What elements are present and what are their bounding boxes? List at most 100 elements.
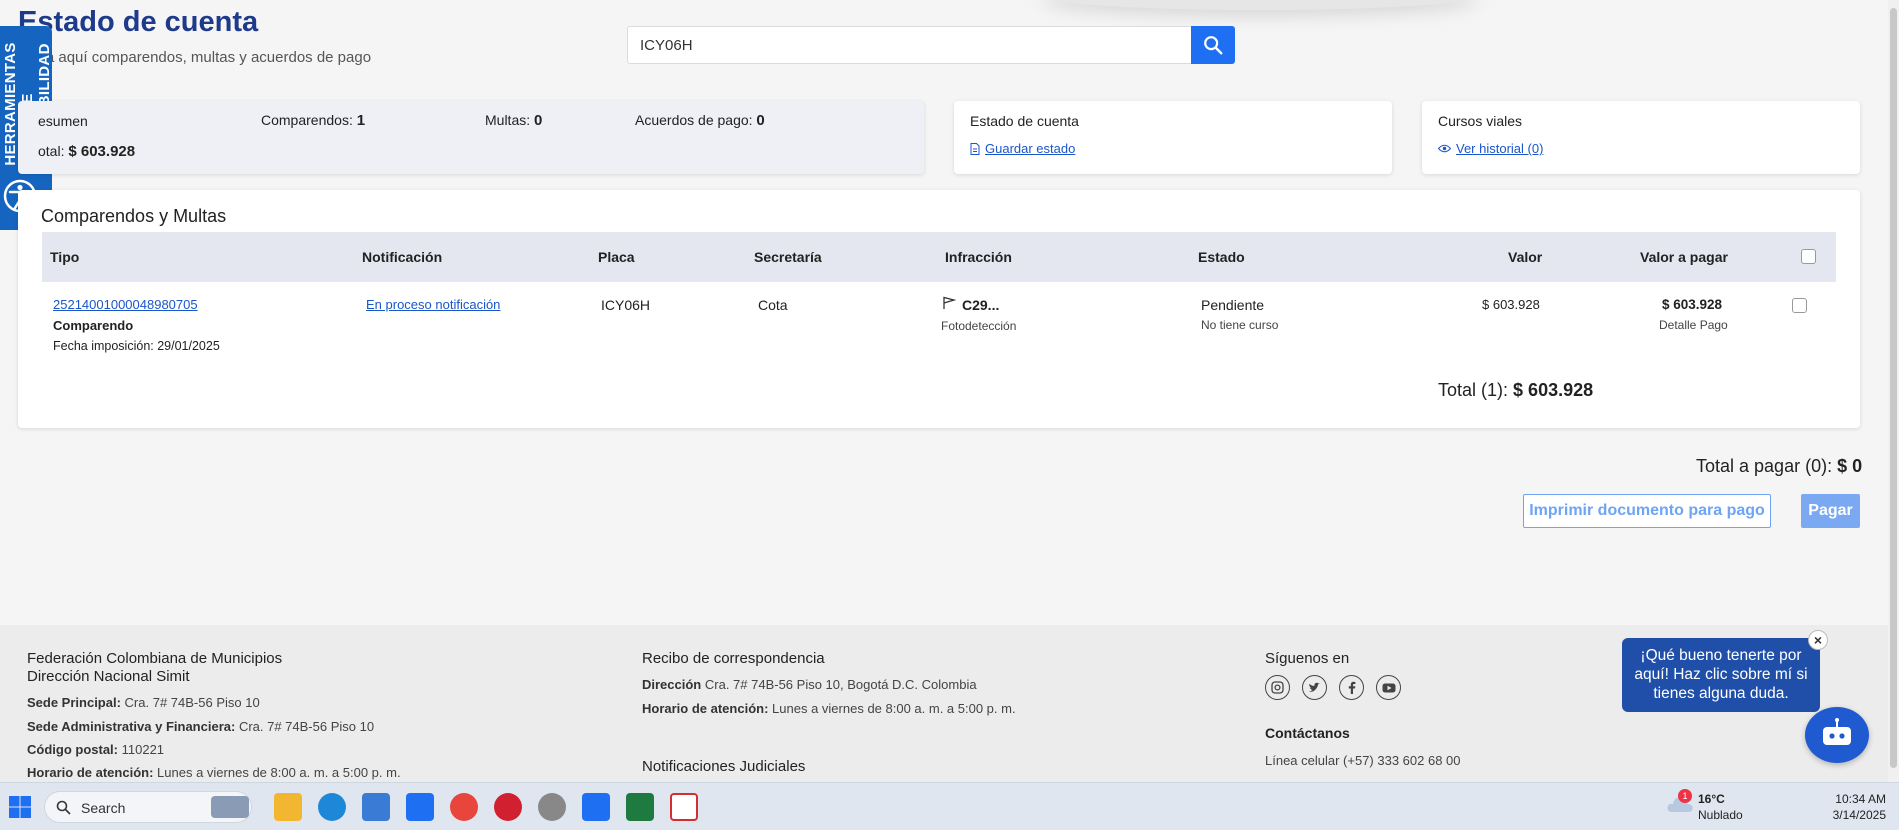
weather-badge: 1	[1678, 789, 1692, 803]
popup-shadow	[1040, 0, 1480, 10]
footer-celular: Línea celular (+57) 333 602 68 00	[1265, 753, 1461, 768]
document-icon	[970, 142, 980, 155]
app-icon[interactable]	[670, 793, 698, 821]
flag-icon	[943, 296, 956, 309]
search-button[interactable]	[1191, 26, 1235, 64]
chatbot-button[interactable]	[1805, 707, 1869, 763]
save-state-link[interactable]: Guardar estado	[970, 141, 1075, 156]
select-all-checkbox[interactable]	[1801, 249, 1816, 264]
comparendo-number-link[interactable]: 25214001000048980705	[53, 297, 198, 312]
sede-admin-label: Sede Administrativa y Financiera:	[27, 719, 236, 734]
col-valor-pagar: Valor a pagar	[1640, 249, 1728, 265]
search-bar	[627, 26, 1235, 64]
footer-notificaciones-title: Notificaciones Judiciales	[642, 758, 806, 775]
table-total: Total (1): $ 603.928	[1438, 380, 1593, 401]
col-infraccion: Infracción	[945, 249, 1012, 265]
footer-org-line1: Federación Colombiana de Municipios	[27, 650, 283, 667]
footer-sede-admin: Sede Administrativa y Financiera: Cra. 7…	[27, 719, 374, 734]
facebook-icon[interactable]	[1339, 675, 1364, 700]
instagram-icon[interactable]	[1265, 675, 1290, 700]
summary-acuerdos: Acuerdos de pago: 0	[635, 112, 765, 129]
recibo-horario-label: Horario de atención:	[642, 701, 769, 716]
summary-comparendos: Comparendos: 1	[261, 112, 365, 129]
weather-info[interactable]: 16°C Nublado	[1698, 791, 1743, 823]
row-infraction-code: C29...	[962, 297, 1000, 313]
footer-direccion: Dirección Cra. 7# 74B-56 Piso 10, Bogotá…	[642, 677, 977, 692]
col-tipo: Tipo	[50, 249, 80, 265]
taskbar-search[interactable]: Search	[44, 791, 252, 823]
eye-icon	[1438, 144, 1451, 153]
footer-horario: Horario de atención: Lunes a viernes de …	[27, 765, 401, 780]
codigo-label: Código postal:	[27, 742, 118, 757]
courses-title: Cursos viales	[1438, 113, 1523, 129]
row-value-to-pay: $ 603.928	[1662, 297, 1723, 312]
multas-count: 0	[534, 112, 543, 129]
direccion-label: Dirección	[642, 677, 702, 692]
total-to-pay-label: Total a pagar (0):	[1696, 456, 1833, 476]
acuerdos-label: Acuerdos de pago:	[635, 112, 753, 128]
windows-start-icon[interactable]	[8, 795, 32, 819]
row-value: $ 603.928	[1482, 297, 1540, 312]
opera-icon[interactable]	[494, 793, 522, 821]
store-icon[interactable]	[362, 793, 390, 821]
taskbar: Search 1 16°C Nublado 10:34 AM 3/14/2025	[0, 782, 1899, 830]
account-state-title: Estado de cuenta	[970, 113, 1079, 129]
page-scrollbar[interactable]	[1888, 0, 1899, 782]
total-to-pay-value: $ 0	[1837, 456, 1863, 476]
row-select-checkbox[interactable]	[1792, 298, 1807, 313]
weather-desc: Nublado	[1698, 808, 1743, 822]
print-document-button[interactable]: Imprimir documento para pago	[1523, 494, 1771, 528]
direccion-value: Cra. 7# 74B-56 Piso 10, Bogotá D.C. Colo…	[704, 677, 977, 692]
clock-time: 10:34 AM	[1835, 792, 1886, 806]
vscode-icon[interactable]	[406, 793, 434, 821]
recibo-horario-value: Lunes a viernes de 8:00 a. m. a 5:00 p. …	[772, 701, 1016, 716]
horario-label: Horario de atención:	[27, 765, 154, 780]
summary-total-label: otal:	[38, 143, 65, 159]
file-explorer-icon[interactable]	[274, 793, 302, 821]
search-icon	[1204, 36, 1223, 55]
search-input[interactable]	[627, 26, 1191, 64]
view-history-label: Ver historial (0)	[1456, 141, 1544, 156]
twitter-icon[interactable]	[1302, 675, 1327, 700]
notification-link[interactable]: En proceso notificación	[366, 297, 500, 312]
col-secretaria: Secretaría	[754, 249, 822, 265]
weather-temp: 16°C	[1698, 792, 1725, 806]
excel-icon[interactable]	[626, 793, 654, 821]
chat-bubble[interactable]: ¡Qué bueno tenerte por aquí! Haz clic so…	[1622, 638, 1820, 712]
youtube-icon[interactable]	[1376, 675, 1401, 700]
edge-icon[interactable]	[318, 793, 346, 821]
row-infraction-source: Fotodetección	[941, 319, 1017, 333]
summary-total: otal: $ 603.928	[38, 143, 135, 160]
col-valor: Valor	[1508, 249, 1543, 265]
summary-card: esumen otal: $ 603.928 Comparendos: 1 Mu…	[18, 101, 924, 174]
row-secretaria: Cota	[758, 297, 788, 313]
app-cat-icon[interactable]	[538, 793, 566, 821]
section-title: Comparendos y Multas	[41, 206, 227, 226]
clock[interactable]: 10:34 AM 3/14/2025	[1828, 791, 1886, 823]
outlook-icon[interactable]	[582, 793, 610, 821]
taskbar-search-label: Search	[81, 800, 126, 816]
summary-multas: Multas: 0	[485, 112, 542, 129]
sede-principal-value: Cra. 7# 74B-56 Piso 10	[124, 695, 260, 710]
row-payment-detail[interactable]: Detalle Pago	[1659, 318, 1728, 332]
courses-card: Cursos viales Ver historial (0)	[1422, 101, 1860, 174]
col-placa: Placa	[598, 249, 635, 265]
footer-recibo-title: Recibo de correspondencia	[642, 650, 825, 667]
table-header: Tipo Notificación Placa Secretaría Infra…	[42, 232, 1836, 282]
footer-sede-principal: Sede Principal: Cra. 7# 74B-56 Piso 10	[27, 695, 260, 710]
chat-close-button[interactable]: ×	[1808, 630, 1828, 650]
row-type: Comparendo	[53, 318, 134, 333]
footer-siguenos: Síguenos en	[1265, 650, 1350, 667]
robot-icon	[1823, 718, 1851, 745]
table-total-label: Total (1):	[1438, 380, 1509, 400]
table-total-value: $ 603.928	[1513, 380, 1594, 400]
chrome-icon[interactable]	[450, 793, 478, 821]
search-icon	[56, 800, 71, 815]
scrollbar-thumb[interactable]	[1890, 8, 1897, 768]
pay-button[interactable]: Pagar	[1801, 494, 1860, 528]
col-estado: Estado	[1198, 249, 1245, 265]
view-history-link[interactable]: Ver historial (0)	[1438, 141, 1543, 156]
col-notificacion: Notificación	[362, 249, 443, 265]
sede-admin-value: Cra. 7# 74B-56 Piso 10	[238, 719, 375, 734]
search-highlight-icon	[211, 796, 249, 818]
